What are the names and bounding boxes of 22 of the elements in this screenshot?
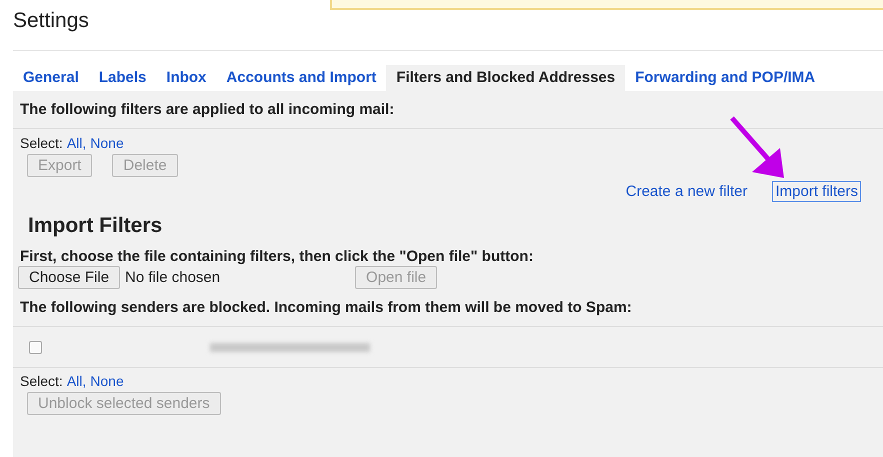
select-link[interactable]: All, [66, 135, 86, 151]
settings-tab[interactable]: Labels [88, 65, 156, 91]
checkbox[interactable] [29, 340, 42, 354]
select-label: Select: [20, 373, 63, 389]
select-link[interactable]: All, [66, 373, 86, 389]
settings-tab[interactable]: Accounts and Import [216, 65, 386, 91]
file-status: No file chosen [124, 269, 222, 286]
section-heading: The following senders are blocked. Incoming mails from them will be moved to Spam: [20, 298, 633, 318]
select-link[interactable]: None [90, 135, 124, 151]
section-title: Import Filters [27, 213, 164, 239]
page-title: Settings [13, 9, 89, 34]
filter-link[interactable]: Import filters [772, 181, 861, 202]
select-label: Select: [20, 135, 63, 151]
instruction-text: First, choose the file containing filters, then click the "Open file" button: [20, 248, 534, 265]
choose-file-button[interactable]: Choose File [18, 266, 120, 289]
select-link[interactable]: None [90, 373, 124, 389]
settings-tab[interactable]: General [13, 65, 89, 91]
settings-tab[interactable]: Forwarding and POP/IMA [625, 65, 826, 91]
settings-tab[interactable]: Filters and Blocked Addresses [386, 65, 626, 91]
settings-tab[interactable]: Inbox [156, 65, 216, 91]
section-heading: The following filters are applied to all incoming mail: [20, 100, 396, 120]
filter-link[interactable]: Create a new filter [622, 181, 750, 202]
